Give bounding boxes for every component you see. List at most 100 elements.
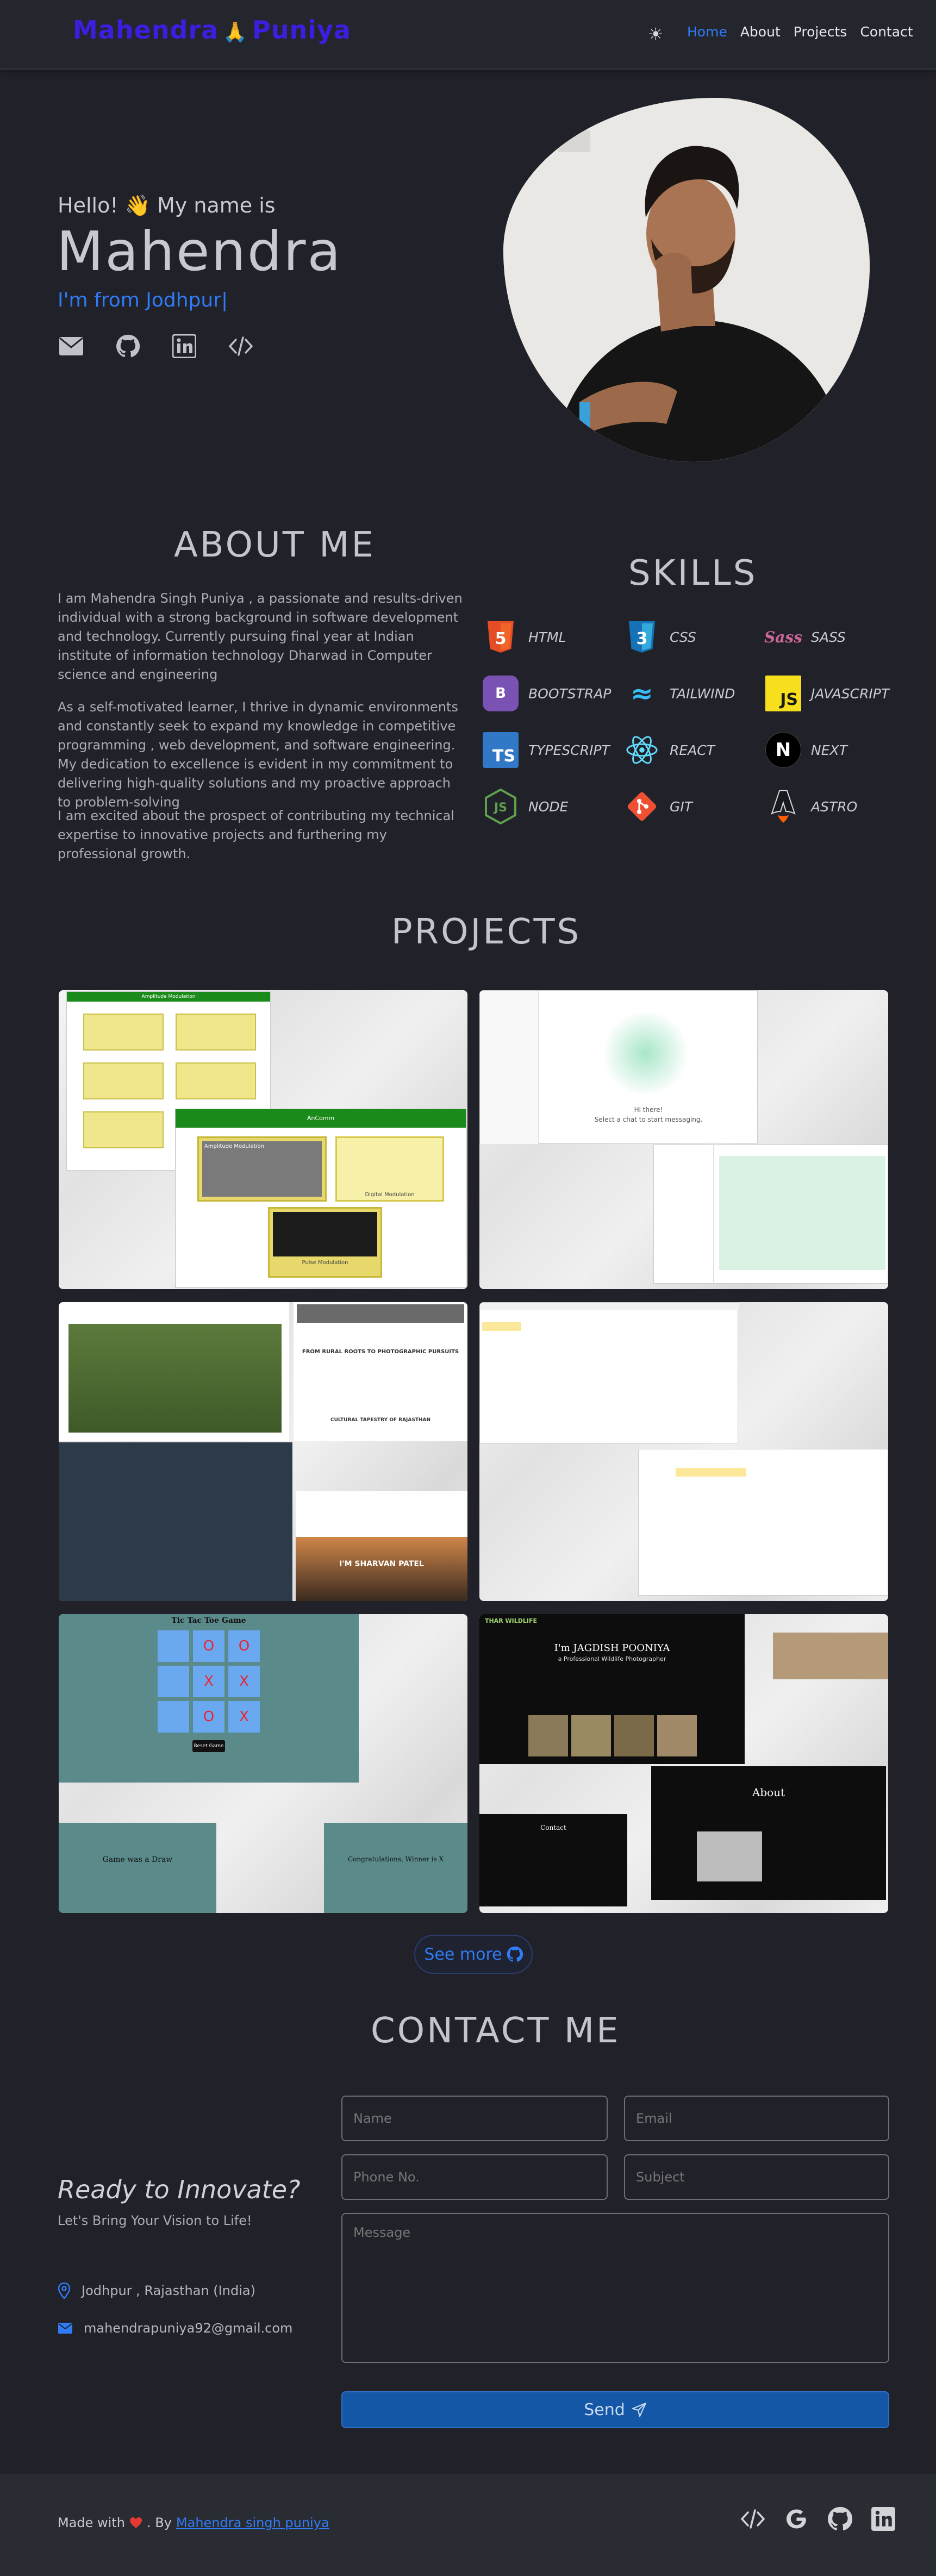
footer-author-link[interactable]: Mahendra singh puniya	[176, 2515, 329, 2530]
email-input[interactable]	[624, 2096, 889, 2141]
screenshot-text: FROM RURAL ROOTS TO PHOTOGRAPHIC PURSUIT…	[302, 1349, 459, 1355]
site-logo[interactable]: Mahendra 🙏 Puniya	[73, 15, 351, 45]
project-card-communication[interactable]: Amplitude Modulation AnComm Amplitude Mo…	[59, 990, 467, 1289]
skill-label: BOOTSTRAP	[528, 685, 611, 702]
screenshot-text: Hi there!	[634, 1106, 663, 1114]
skill-label: NEXT	[811, 742, 847, 758]
screenshot-tile	[83, 1014, 164, 1051]
contact-title: CONTACT ME	[371, 2011, 621, 2051]
send-button[interactable]: Send	[341, 2391, 889, 2428]
nav-link-home[interactable]: Home	[687, 24, 727, 40]
screenshot-toolbar	[480, 1303, 739, 1310]
project-screenshot: AnComm Amplitude Modulation Digital Modu…	[175, 1109, 466, 1288]
skill-html: 5 HTML	[483, 618, 624, 655]
theme-toggle-sun-icon[interactable]: ☀	[648, 24, 664, 45]
nav-link-contact[interactable]: Contact	[860, 24, 913, 40]
screenshot-tile	[83, 1062, 164, 1099]
skills-grid: 5 HTML 3 CSS Sass SASS B BOOTSTRAP ≈ TAI…	[483, 618, 901, 825]
svg-text:JS: JS	[493, 801, 507, 815]
subject-input[interactable]	[624, 2154, 889, 2200]
see-more-button[interactable]: See more	[414, 1935, 533, 1974]
code-icon[interactable]	[228, 334, 253, 359]
screenshot-header: Amplitude Modulation	[67, 992, 270, 1002]
google-icon[interactable]	[784, 2506, 809, 2534]
skill-label: HTML	[528, 629, 566, 645]
project-screenshot: Congratulations, Winner is X	[324, 1823, 467, 1913]
skill-label: GIT	[670, 798, 693, 815]
skill-label: JAVASCRIPT	[811, 685, 890, 702]
skill-node: JS NODE	[483, 788, 624, 825]
project-card-tic-tac-toe[interactable]: Tic Tac Toe Game O O X X O X Reset Game …	[59, 1614, 467, 1913]
message-textarea[interactable]	[341, 2213, 889, 2363]
game-cell: X	[228, 1701, 260, 1733]
skill-javascript: JS JAVASCRIPT	[765, 675, 901, 712]
project-screenshot: Hi there! Select a chat to start messagi…	[479, 990, 758, 1144]
linkedin-icon[interactable]	[871, 2506, 896, 2534]
skill-bootstrap: B BOOTSTRAP	[483, 675, 624, 712]
screenshot-tile: Digital Modulation	[335, 1136, 444, 1202]
game-cell	[158, 1630, 189, 1662]
nav-link-about[interactable]: About	[740, 24, 781, 40]
heart-icon	[129, 2517, 142, 2528]
name-input[interactable]	[341, 2096, 608, 2141]
game-cell	[158, 1701, 189, 1733]
project-screenshot	[638, 1449, 888, 1596]
skill-label: TAILWIND	[670, 685, 735, 702]
screenshot-illustration	[600, 1012, 692, 1094]
project-screenshot	[59, 1442, 292, 1601]
project-card-wildlife[interactable]: THAR WILDLIFE I'm JAGDISH POONIYA a Prof…	[479, 1614, 888, 1913]
skill-react: REACT	[624, 731, 765, 768]
screenshot-tile-label: Pulse Modulation	[302, 1260, 348, 1266]
game-cell: X	[193, 1666, 224, 1697]
skill-label: SASS	[811, 629, 846, 645]
game-cell: X	[228, 1666, 260, 1697]
skill-label: CSS	[670, 629, 696, 645]
nodejs-icon: JS	[483, 789, 519, 824]
code-icon[interactable]	[740, 2508, 765, 2532]
github-icon[interactable]	[115, 334, 140, 359]
paper-plane-icon	[632, 2402, 646, 2417]
html-icon: 5	[483, 619, 519, 655]
game-cell	[158, 1666, 189, 1697]
skill-typescript: TS TYPESCRIPT	[483, 731, 624, 768]
email-text[interactable]: mahendrapuniya92@gmail.com	[84, 2321, 292, 2336]
about-paragraph-1: I am Mahendra Singh Puniya , a passionat…	[58, 591, 463, 682]
screenshot-tile	[176, 1062, 256, 1099]
screenshot-sidebar	[480, 991, 539, 1144]
svg-text:3: 3	[637, 629, 648, 648]
project-card-photography[interactable]: FROM RURAL ROOTS TO PHOTOGRAPHIC PURSUIT…	[59, 1302, 467, 1601]
skill-git: GIT	[624, 788, 765, 825]
project-card-chat-app[interactable]: Hi there! Select a chat to start messagi…	[479, 990, 888, 1289]
screenshot-button: Reset Game	[192, 1740, 225, 1752]
screenshot-header: AnComm	[176, 1109, 466, 1128]
nav-link-projects[interactable]: Projects	[794, 24, 847, 40]
hero-social-links	[59, 334, 253, 359]
about-title: ABOUT ME	[174, 525, 376, 565]
nav-links: Home About Projects Contact	[687, 24, 913, 40]
footer-social-links	[740, 2506, 896, 2534]
screenshot-text: About	[752, 1786, 785, 1799]
screenshot-text: Congratulations, Winner is X	[347, 1855, 444, 1863]
screenshot-gallery	[528, 1715, 697, 1756]
hero-name: Mahendra	[57, 220, 342, 283]
screenshot-note	[676, 1468, 746, 1477]
project-card-notes-app[interactable]	[479, 1302, 888, 1601]
phone-input[interactable]	[341, 2154, 608, 2200]
hero-typewriter: I'm from Jodhpur|	[58, 289, 228, 311]
logo-first-name: Mahendra	[73, 15, 219, 45]
github-icon[interactable]	[827, 2506, 853, 2534]
screenshot-tile: Amplitude Modulation	[197, 1136, 327, 1202]
javascript-icon: JS	[765, 676, 801, 711]
react-icon	[624, 732, 660, 768]
screenshot-tile	[176, 1014, 256, 1051]
linkedin-icon[interactable]	[172, 334, 197, 359]
logo-emoji: 🙏	[223, 21, 248, 43]
contact-email: mahendrapuniya92@gmail.com	[58, 2321, 292, 2336]
nextjs-icon: N	[765, 732, 801, 768]
screenshot-banner	[297, 1304, 464, 1323]
screenshot-text: Tic Tac Toe Game	[171, 1616, 246, 1625]
email-icon[interactable]	[59, 334, 84, 359]
screenshot-tile	[83, 1111, 164, 1148]
skill-label: REACT	[670, 742, 715, 758]
screenshot-tile: Pulse Modulation	[268, 1207, 382, 1278]
